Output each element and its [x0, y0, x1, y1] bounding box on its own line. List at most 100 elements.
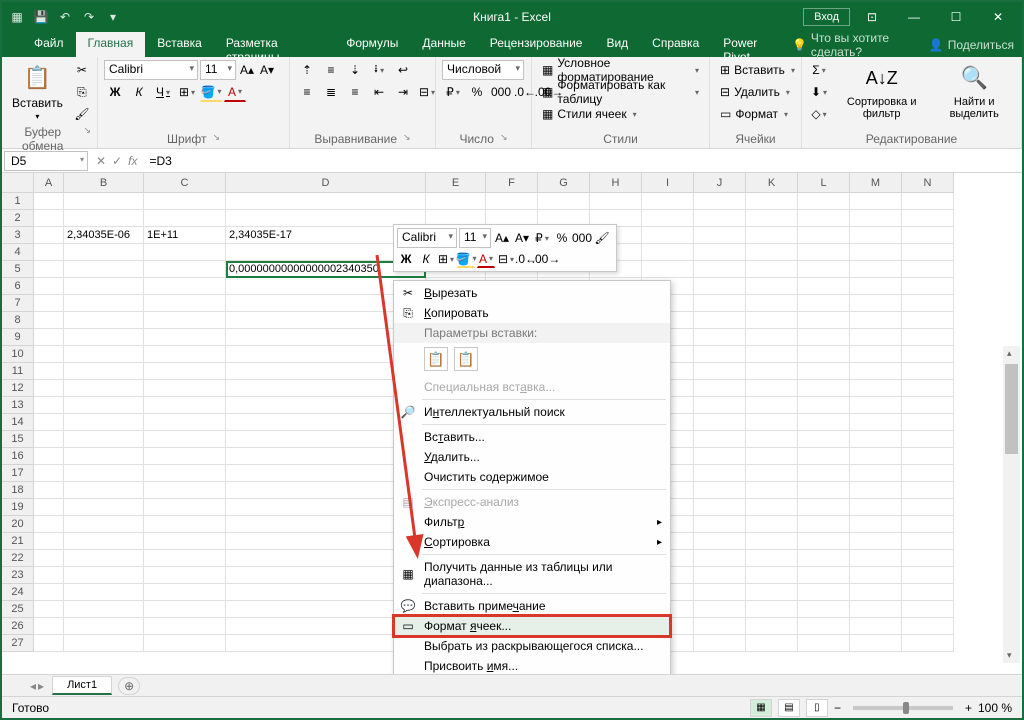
col-header-D[interactable]: D [226, 173, 426, 193]
tab-powerpivot[interactable]: Power Pivot [711, 32, 792, 57]
tab-home[interactable]: Главная [76, 32, 146, 57]
cell-N12[interactable] [902, 380, 954, 397]
align-left-icon[interactable]: ≡ [296, 82, 318, 102]
row-header-5[interactable]: 5 [2, 261, 34, 278]
merge-icon[interactable]: ⊟ [416, 82, 438, 102]
cell-C8[interactable] [144, 312, 226, 329]
mini-border[interactable]: ⊞ [437, 250, 455, 268]
cell-L5[interactable] [798, 261, 850, 278]
col-header-F[interactable]: F [486, 173, 538, 193]
cell-B9[interactable] [64, 329, 144, 346]
cell-A25[interactable] [34, 601, 64, 618]
ctx-smart-lookup[interactable]: 🔎Интеллектуальный поиск [394, 402, 670, 422]
clear-icon[interactable]: ◇ [808, 104, 830, 124]
cell-C21[interactable] [144, 533, 226, 550]
cell-C23[interactable] [144, 567, 226, 584]
share-button[interactable]: 👤Поделиться [929, 38, 1014, 52]
cell-M12[interactable] [850, 380, 902, 397]
cell-A4[interactable] [34, 244, 64, 261]
col-header-N[interactable]: N [902, 173, 954, 193]
percent-icon[interactable]: % [466, 82, 488, 102]
align-center-icon[interactable]: ≣ [320, 82, 342, 102]
cell-F1[interactable] [486, 193, 538, 210]
row-header-25[interactable]: 25 [2, 601, 34, 618]
row-header-3[interactable]: 3 [2, 227, 34, 244]
cell-M9[interactable] [850, 329, 902, 346]
ctx-clear[interactable]: Очистить содержимое [394, 467, 670, 487]
cell-L6[interactable] [798, 278, 850, 295]
tab-data[interactable]: Данные [410, 32, 477, 57]
col-header-H[interactable]: H [590, 173, 642, 193]
cell-C2[interactable] [144, 210, 226, 227]
cell-L27[interactable] [798, 635, 850, 652]
tab-insert[interactable]: Вставка [145, 32, 214, 57]
cell-L15[interactable] [798, 431, 850, 448]
tab-review[interactable]: Рецензирование [478, 32, 595, 57]
cell-B2[interactable] [64, 210, 144, 227]
cell-M13[interactable] [850, 397, 902, 414]
cell-I2[interactable] [642, 210, 694, 227]
cell-C10[interactable] [144, 346, 226, 363]
cell-J14[interactable] [694, 414, 746, 431]
name-box[interactable]: D5 [4, 151, 88, 171]
select-all-corner[interactable] [2, 173, 34, 193]
find-select-button[interactable]: 🔍 Найти и выделить [933, 60, 1015, 122]
cell-A1[interactable] [34, 193, 64, 210]
cell-M27[interactable] [850, 635, 902, 652]
cell-A7[interactable] [34, 295, 64, 312]
fx-icon[interactable]: fx [128, 154, 137, 168]
tab-file[interactable]: Файл [22, 32, 76, 57]
cell-L19[interactable] [798, 499, 850, 516]
borders-button[interactable]: ⊞ [176, 82, 198, 102]
zoom-out[interactable]: − [834, 701, 841, 715]
mini-size-combo[interactable]: 11 [459, 228, 491, 248]
cell-C27[interactable] [144, 635, 226, 652]
cell-B1[interactable] [64, 193, 144, 210]
col-header-L[interactable]: L [798, 173, 850, 193]
cell-C4[interactable] [144, 244, 226, 261]
cell-M23[interactable] [850, 567, 902, 584]
cell-B15[interactable] [64, 431, 144, 448]
cell-L14[interactable] [798, 414, 850, 431]
font-launcher[interactable]: ↘ [212, 132, 220, 146]
row-header-12[interactable]: 12 [2, 380, 34, 397]
row-header-8[interactable]: 8 [2, 312, 34, 329]
cell-N14[interactable] [902, 414, 954, 431]
col-header-I[interactable]: I [642, 173, 694, 193]
cell-C25[interactable] [144, 601, 226, 618]
bold-button[interactable]: Ж [104, 82, 126, 102]
paste-option-1[interactable]: 📋 [424, 347, 448, 371]
add-sheet-button[interactable]: ⊕ [118, 677, 140, 695]
cell-K13[interactable] [746, 397, 798, 414]
cell-C18[interactable] [144, 482, 226, 499]
cell-J8[interactable] [694, 312, 746, 329]
tell-me-search[interactable]: 💡Что вы хотите сделать? [792, 31, 915, 59]
cell-A6[interactable] [34, 278, 64, 295]
cell-J5[interactable] [694, 261, 746, 278]
cell-M3[interactable] [850, 227, 902, 244]
cell-J3[interactable] [694, 227, 746, 244]
cell-L2[interactable] [798, 210, 850, 227]
cell-N4[interactable] [902, 244, 954, 261]
cell-M14[interactable] [850, 414, 902, 431]
cell-M15[interactable] [850, 431, 902, 448]
cell-K1[interactable] [746, 193, 798, 210]
cell-K16[interactable] [746, 448, 798, 465]
zoom-in[interactable]: + [965, 701, 972, 715]
cell-A20[interactable] [34, 516, 64, 533]
mini-painter-icon[interactable]: 🖌 [593, 229, 611, 247]
cell-L13[interactable] [798, 397, 850, 414]
save-icon[interactable]: 💾 [30, 6, 52, 28]
cell-G1[interactable] [538, 193, 590, 210]
cell-J7[interactable] [694, 295, 746, 312]
row-header-19[interactable]: 19 [2, 499, 34, 516]
cell-B22[interactable] [64, 550, 144, 567]
cell-M20[interactable] [850, 516, 902, 533]
font-name-combo[interactable]: Calibri [104, 60, 198, 80]
maximize-button[interactable]: ☐ [936, 2, 976, 32]
cell-B24[interactable] [64, 584, 144, 601]
zoom-level[interactable]: 100 % [978, 701, 1012, 715]
align-launcher[interactable]: ↘ [403, 132, 411, 146]
cell-K4[interactable] [746, 244, 798, 261]
cell-L20[interactable] [798, 516, 850, 533]
